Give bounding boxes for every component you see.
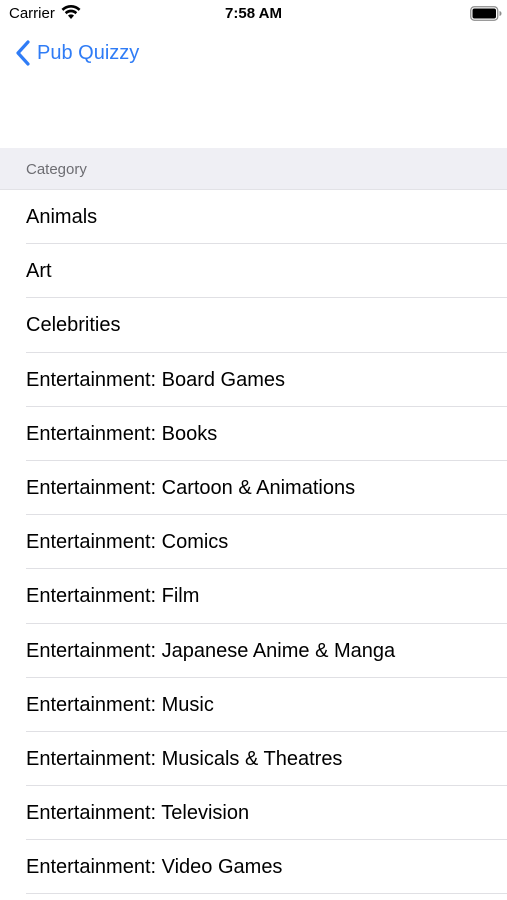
list-item[interactable]: Entertainment: Board Games [0, 353, 507, 407]
list-item-label: Art [26, 260, 52, 283]
list-item[interactable]: Celebrities [0, 298, 507, 353]
list-item-label: Celebrities [26, 314, 121, 337]
back-button[interactable]: Pub Quizzy [14, 36, 139, 70]
list-item-label: Entertainment: Comics [26, 531, 229, 554]
list-item[interactable]: Entertainment: Japanese Anime & Manga [0, 624, 507, 678]
list-item[interactable]: Entertainment: Television [0, 786, 507, 841]
battery-icon [470, 6, 502, 21]
navigation-bar: Pub Quizzy [0, 28, 507, 78]
list-item[interactable]: Entertainment: Music [0, 678, 507, 733]
list-item-label: Entertainment: Japanese Anime & Manga [26, 639, 396, 662]
list-item-label: Entertainment: Musicals & Theatres [26, 747, 343, 770]
back-button-label: Pub Quizzy [37, 41, 140, 64]
time-label: 7:58 AM [225, 5, 282, 22]
status-bar: Carrier 7:58 AM [0, 0, 507, 28]
list-item[interactable]: Entertainment: Comics [0, 515, 507, 570]
list-item[interactable]: Entertainment: Musicals & Theatres [0, 732, 507, 787]
list-item-label: Entertainment: Music [26, 693, 214, 716]
list-item-label: Entertainment: Board Games [26, 368, 286, 391]
list-item[interactable]: Entertainment: Books [0, 407, 507, 462]
section-header-label: Category [26, 161, 87, 178]
list-item[interactable]: Entertainment: Cartoon & Animations [0, 461, 507, 516]
section-header: Category [0, 148, 507, 190]
list-item-label: Entertainment: Books [26, 422, 218, 445]
list-item-label: Animals [26, 206, 98, 228]
list-item[interactable]: Art [0, 244, 507, 299]
list-item-label: Entertainment: Film [26, 585, 200, 608]
list-item[interactable]: Entertainment: Video Games [0, 840, 507, 895]
list-item[interactable]: Animals [0, 190, 507, 245]
list-item-label: Entertainment: Cartoon & Animations [26, 476, 356, 499]
category-list: Animals Art Celebrities Entertainment: B… [0, 190, 507, 895]
list-item-label: Entertainment: Video Games [26, 856, 283, 879]
screen: Carrier 7:58 AM Pub Quizzy Category Anim… [0, 0, 507, 900]
chevron-left-icon [14, 39, 32, 67]
list-item[interactable]: Entertainment: Film [0, 569, 507, 624]
list-item-label: Entertainment: Television [26, 802, 250, 825]
